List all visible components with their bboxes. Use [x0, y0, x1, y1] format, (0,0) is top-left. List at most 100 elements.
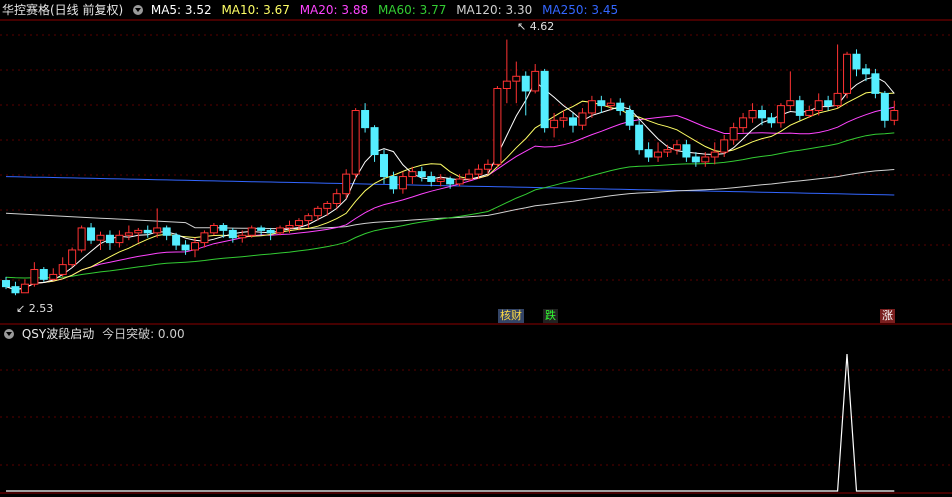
- indicator-value: 今日突破: 0.00: [102, 327, 185, 341]
- candle-up: [285, 224, 294, 229]
- candle-up: [805, 110, 814, 116]
- candle-down: [625, 110, 634, 126]
- candle-down: [767, 117, 776, 124]
- candle-up: [332, 193, 341, 204]
- candle-up: [153, 227, 162, 234]
- ma20-line: [5, 106, 895, 291]
- indicator-title: QSY波段启动: [21, 327, 95, 341]
- candle-up: [68, 249, 77, 266]
- high-price-label: ↖ 4.62: [517, 20, 555, 33]
- candle-up: [531, 70, 540, 92]
- candle-up: [786, 100, 795, 107]
- ma120-label: MA120: 3.30: [456, 3, 533, 17]
- candle-up: [20, 283, 29, 294]
- candle-down: [597, 100, 606, 107]
- candle-up: [247, 227, 256, 236]
- kline-chart[interactable]: [0, 0, 952, 325]
- candle-down: [427, 176, 436, 182]
- candle-down: [852, 53, 861, 70]
- indicator-legend: QSY波段启动 今日突破: 0.00: [2, 325, 191, 343]
- candle-down: [644, 149, 653, 158]
- candle-up: [115, 234, 124, 244]
- ma60-label: MA60: 3.77: [377, 3, 447, 17]
- candle-down: [266, 229, 275, 234]
- candle-up: [465, 173, 474, 180]
- candle-down: [795, 100, 804, 116]
- candle-up: [304, 215, 313, 222]
- candle-up: [191, 242, 199, 251]
- candle-up: [654, 151, 663, 158]
- candle-up: [96, 234, 105, 241]
- candle-down: [521, 75, 530, 92]
- ma5-label: MA5: 3.52: [150, 3, 212, 17]
- candle-up: [748, 110, 757, 119]
- candle-up: [559, 117, 568, 121]
- candle-down: [682, 144, 691, 158]
- candle-up: [58, 264, 67, 275]
- candle-down: [824, 100, 833, 107]
- candle-up: [606, 102, 615, 107]
- candle-up: [398, 176, 407, 190]
- candle-up: [474, 168, 483, 175]
- candle-up: [77, 227, 86, 251]
- candle-up: [710, 151, 719, 158]
- candle-up: [313, 207, 322, 217]
- ma10-label: MA10: 3.67: [221, 3, 290, 17]
- candle-up: [49, 273, 58, 280]
- candle-down: [540, 70, 549, 129]
- candle-up: [729, 127, 738, 141]
- candle-down: [39, 269, 48, 280]
- candle-down: [380, 154, 388, 178]
- legend-dropdown-icon[interactable]: [133, 5, 144, 15]
- candle-down: [2, 280, 10, 288]
- stock-title: 华控赛格(日线 前复权): [2, 3, 124, 17]
- candle-down: [861, 68, 870, 75]
- indicator-chart[interactable]: [0, 325, 952, 497]
- candle-up: [436, 178, 445, 182]
- low-price-label: ↙ 2.53: [16, 302, 54, 315]
- candle-down: [569, 117, 577, 126]
- candle-up: [342, 173, 351, 195]
- candle-down: [871, 73, 880, 94]
- candle-up: [124, 232, 133, 236]
- candle-up: [739, 117, 748, 129]
- candle-up: [408, 171, 417, 178]
- candle-up: [134, 229, 143, 234]
- candle-up: [578, 112, 587, 126]
- candle-down: [389, 176, 398, 190]
- candle-down: [11, 286, 20, 294]
- candle-up: [493, 87, 502, 165]
- candle-up: [30, 269, 39, 285]
- candle-up: [238, 234, 247, 239]
- candle-down: [87, 227, 96, 241]
- indicator-dropdown-icon[interactable]: [4, 329, 14, 339]
- candle-down: [228, 229, 237, 239]
- candle-up: [209, 224, 218, 234]
- event-tag-nuclear-finance[interactable]: 核财: [498, 309, 524, 323]
- candle-down: [143, 229, 152, 234]
- main-legend: 华控赛格(日线 前复权) MA5: 3.52 MA10: 3.67 MA20: …: [2, 1, 624, 19]
- high-price-value: 4.62: [529, 20, 555, 33]
- event-tag-rise[interactable]: 涨: [880, 309, 895, 323]
- candle-up: [587, 100, 596, 114]
- candle-down: [105, 234, 114, 244]
- candle-up: [776, 105, 785, 124]
- event-tag-fall[interactable]: 跌: [543, 309, 558, 323]
- ma10-line: [5, 91, 895, 291]
- candle-up: [455, 178, 464, 185]
- candle-down: [361, 110, 370, 129]
- candle-down: [758, 110, 766, 119]
- ma250-label: MA250: 3.45: [542, 3, 619, 17]
- candle-down: [257, 227, 266, 231]
- candle-down: [635, 124, 644, 151]
- candle-up: [672, 144, 681, 151]
- ma20-label: MA20: 3.88: [299, 3, 369, 17]
- candle-down: [691, 156, 700, 163]
- candle-up: [483, 163, 492, 170]
- candle-down: [880, 92, 889, 121]
- candle-down: [172, 234, 181, 246]
- candle-up: [294, 220, 303, 226]
- candle-up: [833, 92, 842, 107]
- candle-up: [323, 202, 332, 209]
- candle-down: [616, 102, 625, 112]
